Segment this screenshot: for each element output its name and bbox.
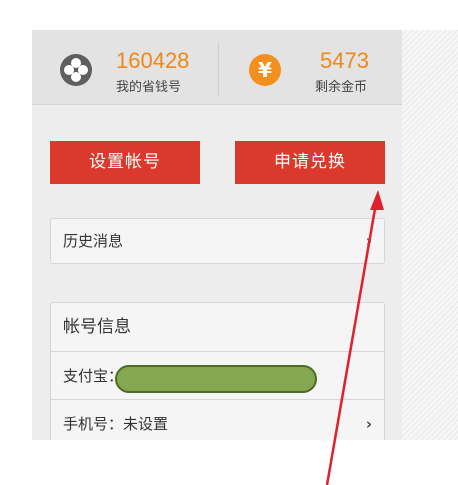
yen-icon: ¥: [249, 54, 281, 86]
savings-id-label: 我的省钱号: [116, 80, 182, 95]
settings-account-button[interactable]: 设置帐号: [50, 141, 200, 184]
account-info-title: 帐号信息: [63, 317, 131, 337]
redacted-alipay-value: [115, 365, 317, 393]
phone-label: 手机号：未设置: [63, 415, 169, 433]
hatched-background: [402, 30, 458, 440]
phone-row[interactable]: 手机号：未设置 ›: [51, 399, 384, 440]
account-info-card: 帐号信息 支付宝： 手机号：未设置 ›: [50, 302, 385, 440]
coins-value: 5473: [320, 48, 369, 73]
savings-id-stat: 160428 我的省钱号: [32, 30, 218, 105]
savings-id-value: 160428: [116, 48, 190, 73]
redeem-button[interactable]: 申请兑换: [235, 141, 385, 184]
history-messages-label: 历史消息: [63, 232, 124, 250]
account-panel: 160428 我的省钱号 ¥ 5473 剩余金币 设置帐号 申请兑换 历史消息 …: [32, 30, 402, 440]
coins-stat: ¥ 5473 剩余金币: [219, 30, 402, 105]
alipay-row: 支付宝：: [51, 351, 384, 399]
history-messages-row[interactable]: 历史消息 ›: [51, 219, 384, 263]
flower-coin-icon: [60, 54, 92, 86]
chevron-right-icon: ›: [365, 415, 372, 433]
history-messages-card[interactable]: 历史消息 ›: [50, 218, 385, 264]
stats-bar: 160428 我的省钱号 ¥ 5473 剩余金币: [32, 30, 402, 105]
chevron-right-icon: ›: [365, 232, 372, 250]
coins-label: 剩余金币: [315, 80, 368, 95]
alipay-label: 支付宝：: [63, 367, 124, 385]
